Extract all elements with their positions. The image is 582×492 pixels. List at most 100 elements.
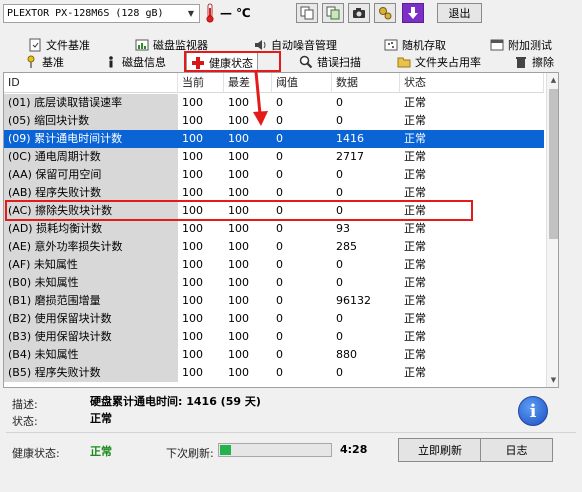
- tab-label: 文件夹占用率: [415, 56, 481, 69]
- table-cell: 100: [228, 240, 249, 253]
- column-header[interactable]: ID: [4, 73, 178, 93]
- scroll-up-icon[interactable]: ▲: [547, 73, 558, 87]
- drive-select-value: PLEXTOR PX-128M6S (128 gB): [7, 8, 164, 19]
- description-value: 硬盘累计通电时间: 1416 (59 天): [90, 395, 261, 408]
- table-cell: 285: [336, 240, 357, 253]
- scrollbar-thumb[interactable]: [549, 89, 558, 239]
- tab-label: 随机存取: [402, 39, 446, 52]
- tab-health[interactable]: 健康状态: [186, 52, 258, 72]
- table-cell: 正常: [404, 276, 426, 289]
- options-button[interactable]: [374, 3, 396, 23]
- table-cell: 0: [276, 330, 283, 343]
- table-cell: 0: [336, 204, 343, 217]
- disk-monitor-icon: [135, 39, 149, 51]
- table-row[interactable]: (B4) 未知属性 100 100 0 880 正常: [4, 346, 544, 364]
- table-row[interactable]: (B0) 未知属性 100 100 0 0 正常: [4, 274, 544, 292]
- column-header[interactable]: 当前: [178, 73, 224, 93]
- download-button[interactable]: [402, 3, 424, 23]
- temperature-readout: — ℃: [220, 6, 251, 20]
- log-button[interactable]: 日志: [480, 438, 553, 462]
- refresh-progress-bar: [218, 443, 332, 457]
- table-row[interactable]: (AB) 程序失败计数 100 100 0 0 正常: [4, 184, 544, 202]
- table-cell: 100: [228, 276, 249, 289]
- tab-label: 基准: [42, 56, 64, 69]
- gears-icon: [379, 7, 392, 20]
- table-cell: 100: [182, 150, 203, 163]
- table-row[interactable]: (B5) 程序失败计数 100 100 0 0 正常: [4, 364, 544, 382]
- table-cell: 0: [276, 222, 283, 235]
- table-row[interactable]: (B2) 使用保留块计数 100 100 0 0 正常: [4, 310, 544, 328]
- drive-select[interactable]: PLEXTOR PX-128M6S (128 gB) ▼: [3, 4, 200, 23]
- table-cell: 0: [276, 204, 283, 217]
- table-row[interactable]: (09) 累计通电时间计数 100 100 0 1416 正常: [4, 130, 544, 148]
- tab-error-scan[interactable]: 错误扫描: [299, 53, 361, 71]
- table-cell: 正常: [404, 348, 426, 361]
- table-cell: 0: [336, 312, 343, 325]
- table-cell: 正常: [404, 330, 426, 343]
- chevron-down-icon[interactable]: ▼: [183, 5, 199, 22]
- scroll-down-icon[interactable]: ▼: [547, 373, 558, 387]
- status-label: 状态:: [12, 415, 38, 428]
- table-cell: 100: [228, 294, 249, 307]
- table-row[interactable]: (B3) 使用保留块计数 100 100 0 0 正常: [4, 328, 544, 346]
- table-cell: 0: [276, 258, 283, 271]
- table-cell: 0: [276, 312, 283, 325]
- column-header[interactable]: 状态: [400, 73, 544, 93]
- column-header[interactable]: 阈值: [272, 73, 332, 93]
- random-access-icon: [384, 39, 398, 51]
- table-cell: 正常: [404, 204, 426, 217]
- table-row[interactable]: (B1) 磨损范围增量 100 100 0 96132 正常: [4, 292, 544, 310]
- screenshot-button[interactable]: [348, 3, 370, 23]
- table-row[interactable]: (AE) 意外功率损失计数 100 100 0 285 正常: [4, 238, 544, 256]
- table-cell: 0: [336, 258, 343, 271]
- tab-label: 自动噪音管理: [271, 39, 337, 52]
- table-row[interactable]: (AD) 损耗均衡计数 100 100 0 93 正常: [4, 220, 544, 238]
- refresh-now-button[interactable]: 立即刷新: [398, 438, 482, 462]
- tab-noise-management[interactable]: 自动噪音管理: [253, 36, 337, 54]
- exit-button[interactable]: 退出: [437, 3, 482, 23]
- copy-all-button[interactable]: [322, 3, 344, 23]
- tab-random-access[interactable]: 随机存取: [384, 36, 446, 54]
- tab-erase[interactable]: 擦除: [514, 53, 554, 71]
- table-cell: 100: [182, 96, 203, 109]
- table-cell: 0: [276, 348, 283, 361]
- table-row[interactable]: (AA) 保留可用空间 100 100 0 0 正常: [4, 166, 544, 184]
- download-arrow-icon: [408, 7, 418, 19]
- copy-button[interactable]: [296, 3, 318, 23]
- table-cell: (B1) 磨损范围增量: [4, 292, 178, 310]
- tab-extra-tests[interactable]: 附加测试: [490, 36, 552, 54]
- table-cell: 0: [336, 114, 343, 127]
- table-row[interactable]: (0C) 通电周期计数 100 100 0 2717 正常: [4, 148, 544, 166]
- table-cell: 100: [228, 258, 249, 271]
- smart-table[interactable]: ID 当前 最差 阈值 数据 状态 (01) 底层读取错误速率 100 100 0 0 正常 (05)…: [3, 72, 559, 388]
- trash-icon: [516, 57, 526, 68]
- table-row[interactable]: (01) 底层读取错误速率 100 100 0 0 正常: [4, 94, 544, 112]
- table-row[interactable]: (AF) 未知属性 100 100 0 0 正常: [4, 256, 544, 274]
- health-label: 健康状态:: [12, 447, 60, 460]
- tab-benchmark[interactable]: 基准: [24, 53, 64, 71]
- column-header[interactable]: 数据: [332, 73, 400, 93]
- next-refresh-label: 下次刷新:: [166, 447, 214, 460]
- table-cell: 100: [182, 204, 203, 217]
- tab-label: 附加测试: [508, 39, 552, 52]
- table-cell: 1416: [332, 130, 400, 148]
- speaker-icon: [255, 40, 266, 50]
- tab-folder-usage[interactable]: 文件夹占用率: [397, 53, 481, 71]
- table-cell: 0: [272, 130, 332, 148]
- folder-icon: [397, 57, 411, 68]
- table-cell: 0: [336, 276, 343, 289]
- table-row[interactable]: (AC) 擦除失败块计数 100 100 0 0 正常: [4, 202, 544, 220]
- table-cell: (AE) 意外功率损失计数: [4, 238, 178, 256]
- table-cell: (AB) 程序失败计数: [4, 184, 178, 202]
- info-icon[interactable]: i: [518, 396, 548, 426]
- tab-disk-info[interactable]: 磁盘信息: [104, 53, 166, 71]
- tab-file-benchmark[interactable]: 文件基准: [28, 36, 90, 54]
- table-cell: 100: [182, 276, 203, 289]
- table-cell: 100: [182, 168, 203, 181]
- column-header[interactable]: 最差: [224, 73, 272, 93]
- table-cell: 100: [228, 186, 249, 199]
- tab-label: 擦除: [532, 56, 554, 69]
- tab-label: 磁盘信息: [122, 56, 166, 69]
- vertical-scrollbar[interactable]: ▲ ▼: [546, 73, 558, 387]
- table-row[interactable]: (05) 缩回块计数 100 100 0 0 正常: [4, 112, 544, 130]
